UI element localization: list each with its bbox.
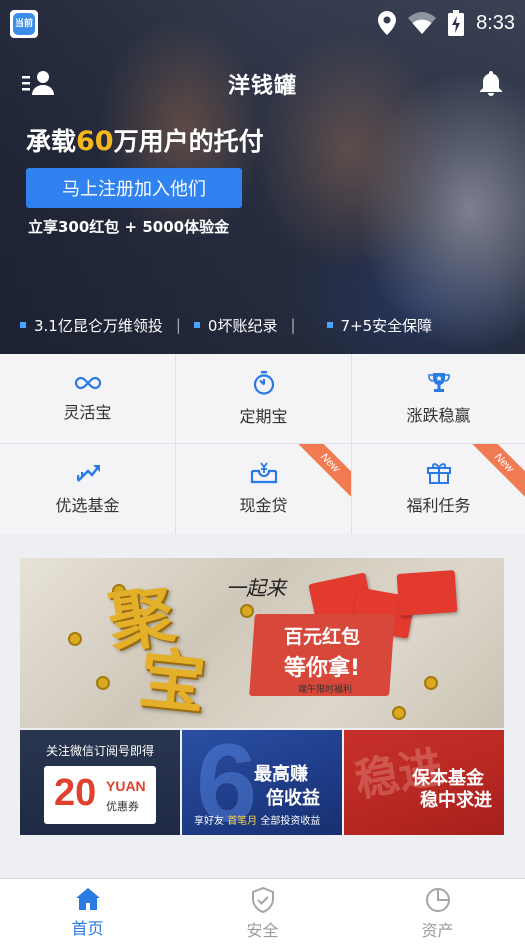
grid-item-funds[interactable]: 优选基金 bbox=[0, 444, 175, 534]
promo-section: 聚 宝 一起来 百元红包 等你拿! 端午限时福利 关注微信订阅号即得 20 YU… bbox=[20, 558, 504, 835]
grid-item-cash-loan[interactable]: 现金贷 New bbox=[176, 444, 351, 534]
grid-item-label: 涨跌稳赢 bbox=[406, 405, 471, 425]
shield-check-icon bbox=[251, 887, 274, 913]
tab-label: 资产 bbox=[421, 921, 454, 940]
coin-icon bbox=[424, 676, 438, 690]
tile-caption: 关注微信订阅号即得 bbox=[45, 744, 154, 758]
cash-box-icon bbox=[250, 462, 277, 484]
coupon-unit: YUAN bbox=[106, 778, 146, 794]
feature-label: 3.1亿昆仑万维领投 bbox=[34, 316, 163, 335]
feature-separator: | bbox=[290, 316, 296, 334]
banner-big-char: 宝 bbox=[135, 638, 210, 724]
tab-label: 安全 bbox=[246, 921, 279, 940]
feature-item: 0坏账纪录 bbox=[193, 315, 278, 336]
coin-icon bbox=[96, 676, 110, 690]
bullet-icon bbox=[193, 322, 200, 328]
coin-icon bbox=[392, 706, 406, 720]
location-icon bbox=[378, 11, 397, 35]
tile-line-1: 最高赚 bbox=[254, 764, 308, 785]
grid-item-label: 现金贷 bbox=[239, 496, 288, 515]
top-app-bar: 洋钱罐 bbox=[0, 58, 525, 108]
register-button[interactable]: 马上注册加入他们 bbox=[26, 168, 242, 208]
headline-prefix: 承载 bbox=[26, 127, 77, 156]
battery-charging-icon bbox=[448, 10, 465, 36]
headline-suffix: 万用户的托付 bbox=[113, 127, 264, 156]
promo-tiles: 关注微信订阅号即得 20 YUAN 优惠券 6 最高赚 倍收益 享好友 首笔月 … bbox=[20, 730, 504, 835]
trend-up-icon bbox=[76, 465, 100, 482]
promo-tile-fund[interactable]: 稳进 保本基金 稳中求进 bbox=[344, 730, 504, 835]
home-icon bbox=[75, 888, 100, 910]
bell-icon[interactable] bbox=[479, 70, 503, 100]
coupon-card: 20 YUAN 优惠券 bbox=[44, 766, 156, 824]
pie-chart-icon bbox=[425, 888, 450, 912]
bullet-icon bbox=[326, 322, 333, 328]
clock: 8:33 bbox=[476, 11, 515, 34]
grid-item-winwin[interactable]: 涨跌稳赢 bbox=[352, 354, 525, 443]
trophy-icon bbox=[427, 372, 450, 392]
app-badge-text: 当前 bbox=[13, 13, 35, 35]
feature-strip: 3.1亿昆仑万维领投 | 0坏账纪录 | 7+5安全保障 bbox=[0, 310, 525, 340]
bottom-tab-bar: 首页 安全 资产 bbox=[0, 878, 525, 944]
infinity-icon bbox=[74, 376, 101, 389]
product-grid: 灵活宝 定期宝 涨跌稳赢 优选基金 现金贷 New 福利任务 New bbox=[0, 354, 525, 534]
promo-tile-earnings[interactable]: 6 最高赚 倍收益 享好友 首笔月 全部投资收益 bbox=[182, 730, 342, 835]
grid-item-label: 福利任务 bbox=[406, 496, 471, 515]
wifi-icon bbox=[408, 12, 437, 34]
banner-footnote: 端午限时福利 bbox=[298, 685, 353, 695]
new-badge: New bbox=[467, 444, 525, 500]
feature-item: 7+5安全保障 bbox=[326, 315, 433, 336]
coupon-amount: 20 bbox=[54, 772, 97, 814]
red-envelope-icon bbox=[396, 570, 458, 616]
banner-line-1: 百元红包 bbox=[283, 626, 360, 648]
tile-line-2: 倍收益 bbox=[266, 788, 320, 809]
tile-foot-text: 享好友 bbox=[194, 816, 228, 827]
grid-item-label: 定期宝 bbox=[239, 406, 288, 426]
status-icons: 8:33 bbox=[378, 8, 515, 38]
gift-icon bbox=[426, 463, 451, 484]
new-badge: New bbox=[293, 444, 351, 500]
coupon-label: 优惠券 bbox=[106, 800, 139, 813]
grid-item-label: 优选基金 bbox=[55, 496, 120, 515]
hero-banner[interactable]: 当前 8:33 洋钱罐 承载60万用户的托付 马上注册加入他们 立享300红包 … bbox=[0, 0, 525, 354]
app-title: 洋钱罐 bbox=[227, 74, 297, 99]
tab-security[interactable]: 安全 bbox=[175, 879, 350, 944]
tile-foot-highlight: 首笔月 bbox=[227, 816, 258, 827]
banner-tagline: 一起来 bbox=[226, 576, 286, 600]
feature-separator: | bbox=[175, 316, 181, 334]
banner-line-2: 等你拿! bbox=[283, 656, 361, 681]
coin-icon bbox=[240, 604, 254, 618]
timer-icon bbox=[253, 370, 274, 395]
promo-banner[interactable]: 聚 宝 一起来 百元红包 等你拿! 端午限时福利 bbox=[20, 558, 504, 728]
status-bar: 当前 8:33 bbox=[0, 0, 525, 48]
tab-label: 首页 bbox=[71, 919, 104, 938]
tile-foot-text: 全部投资收益 bbox=[257, 816, 321, 827]
feature-item: 3.1亿昆仑万维领投 bbox=[20, 315, 163, 336]
tab-assets[interactable]: 资产 bbox=[350, 879, 525, 944]
headline-number: 60 bbox=[76, 126, 114, 157]
tab-home[interactable]: 首页 bbox=[0, 879, 175, 944]
coin-icon bbox=[68, 632, 82, 646]
grid-item-label: 灵活宝 bbox=[63, 402, 112, 422]
grid-item-fixed[interactable]: 定期宝 bbox=[176, 354, 351, 443]
feature-label: 0坏账纪录 bbox=[207, 316, 278, 335]
bullet-icon bbox=[20, 322, 26, 328]
tile-line-2: 稳中求进 bbox=[420, 790, 492, 811]
feature-label: 7+5安全保障 bbox=[340, 316, 433, 335]
grid-item-rewards[interactable]: 福利任务 New bbox=[352, 444, 525, 534]
app-notification-icon: 当前 bbox=[10, 10, 38, 38]
promo-tile-coupon[interactable]: 关注微信订阅号即得 20 YUAN 优惠券 bbox=[20, 730, 180, 835]
register-bonus-text: 立享300红包 + 5000体验金 bbox=[28, 218, 230, 236]
tile-footnote: 享好友 首笔月 全部投资收益 bbox=[194, 812, 320, 827]
grid-item-flexible[interactable]: 灵活宝 bbox=[0, 354, 175, 443]
hero-headline: 承载60万用户的托付 bbox=[26, 122, 264, 158]
